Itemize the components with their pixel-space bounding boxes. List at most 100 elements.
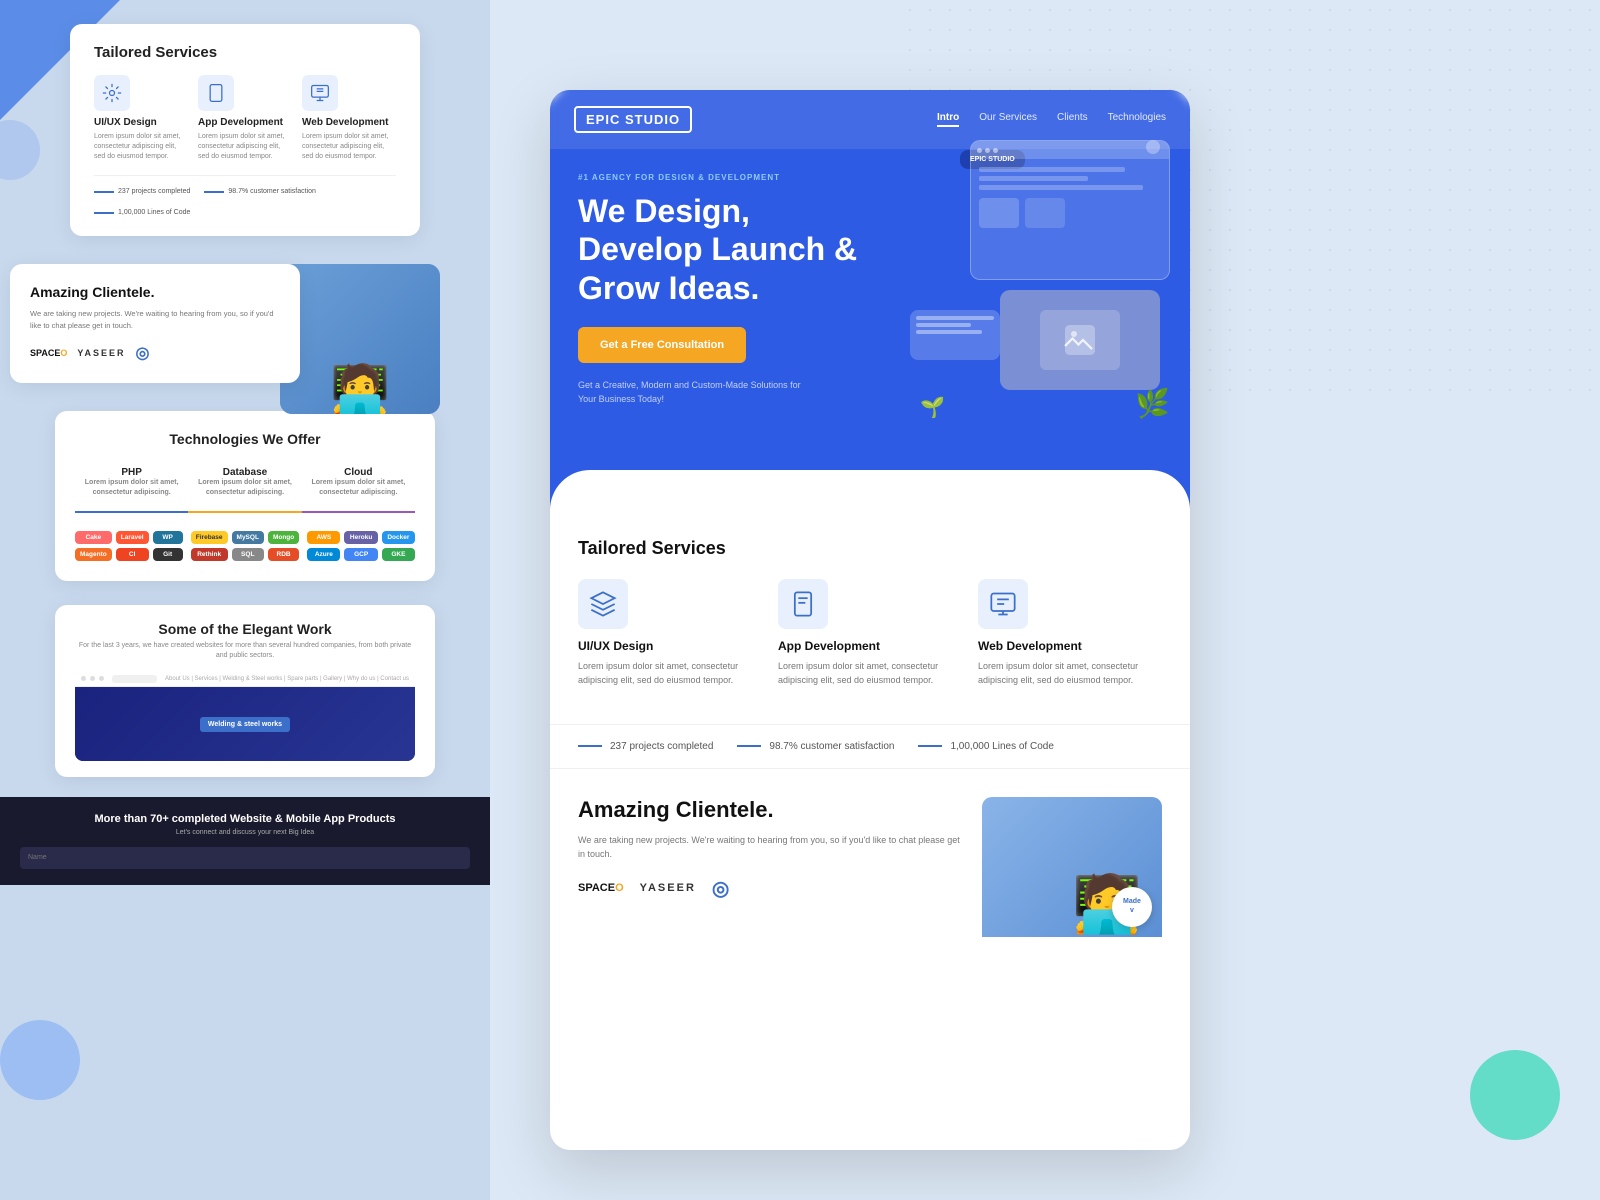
stat-label-projects: 237 projects completed <box>610 741 713 752</box>
hero-content: #1 AGENCY FOR DESIGN & DEVELOPMENT We De… <box>550 149 1190 430</box>
left-footer-title: More than 70+ completed Website & Mobile… <box>20 813 470 825</box>
clientele-left: Amazing Clientele. We are taking new pro… <box>578 797 982 937</box>
left-clientele-wrap: Amazing Clientele. We are taking new pro… <box>10 264 440 383</box>
stat-projects: 237 projects completed <box>94 188 190 195</box>
service-card-desc-uiux: Lorem ipsum dolor sit amet, consectetur … <box>578 659 762 688</box>
db-logo-rethink: Rethink <box>191 548 228 561</box>
s-dot-1 <box>81 676 86 681</box>
left-app-desc: Lorem ipsum dolor sit amet, consectetur … <box>198 132 292 161</box>
cloud-logo-docker: Docker <box>382 531 415 544</box>
client-box-spaceo: SPACEO <box>578 882 624 894</box>
service-card-name-web: Web Development <box>978 639 1162 653</box>
hero-title: We Design, Develop Launch & Grow Ideas. <box>578 192 1162 307</box>
client-box-circle: ◎ <box>712 876 729 901</box>
clientele-big-title: Amazing Clientele. <box>578 797 962 823</box>
tech-tab-cloud[interactable]: Cloud Lorem ipsum dolor sit amet, consec… <box>302 461 415 514</box>
tech-tab-db[interactable]: Database Lorem ipsum dolor sit amet, con… <box>188 461 301 514</box>
stat-label-satisfaction: 98.7% customer satisfaction <box>769 741 894 752</box>
clientele-photo: 🧑‍💻 Madev <box>982 797 1162 937</box>
left-footer: More than 70+ completed Website & Mobile… <box>0 797 490 885</box>
left-services-card: Tailored Services UI/UX Design Lorem ips… <box>70 24 420 236</box>
screenshot-url-bar <box>112 675 157 683</box>
nav-link-services[interactable]: Our Services <box>979 112 1037 127</box>
cloud-logo-extra: GKE <box>382 548 415 561</box>
php-logo-github: Git <box>153 548 183 561</box>
screenshot-nav-text: About Us | Services | Welding & Steel wo… <box>165 676 409 682</box>
left-panel: Tailored Services UI/UX Design Lorem ips… <box>0 0 490 1200</box>
stat-item-projects: 237 projects completed <box>578 741 713 752</box>
clientele-text: We are taking new projects. We're waitin… <box>578 833 962 862</box>
left-services-title: Tailored Services <box>94 44 396 61</box>
screenshot-inner: About Us | Services | Welding & Steel wo… <box>75 671 415 761</box>
stat-dash-3 <box>918 745 942 747</box>
service-card-icon-uiux <box>578 579 628 629</box>
left-portfolio-card: Some of the Elegant Work For the last 3 … <box>55 605 435 777</box>
left-tech-tabs: PHP Lorem ipsum dolor sit amet, consecte… <box>75 461 415 514</box>
stat-item-lines: 1,00,000 Lines of Code <box>918 741 1053 752</box>
nav-links: Intro Our Services Clients Technologies <box>937 112 1166 127</box>
db-logo-mongo: Mongo <box>268 531 299 544</box>
hero-badge: #1 AGENCY FOR DESIGN & DEVELOPMENT <box>578 173 1162 182</box>
stat-satisfaction: 98.7% customer satisfaction <box>204 188 316 195</box>
left-tech-card: Technologies We Offer PHP Lorem ipsum do… <box>55 411 435 582</box>
db-logo-extra: RDB <box>268 548 299 561</box>
screenshot-body: Welding & steel works <box>75 687 415 761</box>
client-circle: ◎ <box>136 343 150 363</box>
services-row: UI/UX Design Lorem ipsum dolor sit amet,… <box>578 579 1162 688</box>
hero-title-line2: Develop Launch & <box>578 231 857 267</box>
client-logos-row: SPACEO YASEER ◎ <box>578 876 962 901</box>
left-portfolio-title: Some of the Elegant Work <box>75 621 415 637</box>
client-box-yaseer: YASEER <box>640 882 696 894</box>
service-card-icon-app <box>778 579 828 629</box>
service-card-icon-web <box>978 579 1028 629</box>
left-services-grid: UI/UX Design Lorem ipsum dolor sit amet,… <box>94 75 396 161</box>
php-logo-ci: CI <box>116 548 149 561</box>
hero-wave <box>550 470 1190 510</box>
php-logo-wp: WP <box>153 531 183 544</box>
left-service-item-web: Web Development Lorem ipsum dolor sit am… <box>302 75 396 161</box>
php-logos-col: Cake Laravel WP Magento CI Git <box>75 527 183 561</box>
screenshot-label: Welding & steel works <box>200 717 290 732</box>
service-card-name-uiux: UI/UX Design <box>578 639 762 653</box>
cloud-logo-azure: Azure <box>307 548 340 561</box>
left-uiux-name: UI/UX Design <box>94 117 188 128</box>
stat-line-1 <box>94 191 114 193</box>
left-web-desc: Lorem ipsum dolor sit amet, consectetur … <box>302 132 396 161</box>
nav-link-clients[interactable]: Clients <box>1057 112 1088 127</box>
services-section: Tailored Services UI/UX Design Lorem ips… <box>550 510 1190 725</box>
hero-title-line3: Grow Ideas. <box>578 270 759 306</box>
cloud-logo-heroku: Heroku <box>344 531 377 544</box>
left-tech-title: Technologies We Offer <box>75 431 415 447</box>
php-logo-cakephp: Cake <box>75 531 112 544</box>
circle-bottom-left <box>0 1020 80 1100</box>
stats-section: 237 projects completed 98.7% customer sa… <box>550 725 1190 769</box>
s-dot-3 <box>99 676 104 681</box>
screenshot-bar: About Us | Services | Welding & Steel wo… <box>75 671 415 687</box>
service-card-desc-app: Lorem ipsum dolor sit amet, consectetur … <box>778 659 962 688</box>
left-footer-input[interactable] <box>20 847 470 869</box>
left-portfolio-desc: For the last 3 years, we have created we… <box>75 641 415 661</box>
hero-sub-text: Get a Creative, Modern and Custom-Made S… <box>578 379 818 406</box>
db-logos-col: Firebase MySQL Mongo Rethink SQL RDB <box>191 527 299 561</box>
db-logo-sql: SQL <box>232 548 264 561</box>
service-card-desc-web: Lorem ipsum dolor sit amet, consectetur … <box>978 659 1162 688</box>
nav-logo: EPIC STUDIO <box>574 106 692 133</box>
left-footer-desc: Let's connect and discuss your next Big … <box>20 829 470 836</box>
circle-bottom-right-decoration <box>1470 1050 1560 1140</box>
stat-item-satisfaction: 98.7% customer satisfaction <box>737 741 894 752</box>
left-service-item-uiux: UI/UX Design Lorem ipsum dolor sit amet,… <box>94 75 188 161</box>
left-clientele-desc: We are taking new projects. We're waitin… <box>30 308 280 331</box>
left-clientele-photo: 🧑‍💻 <box>280 264 440 414</box>
uiux-icon <box>94 75 130 111</box>
tech-tab-php[interactable]: PHP Lorem ipsum dolor sit amet, consecte… <box>75 461 188 514</box>
left-service-item-app: App Development Lorem ipsum dolor sit am… <box>198 75 292 161</box>
php-logo-laravel: Laravel <box>116 531 149 544</box>
stat-label-lines: 1,00,000 Lines of Code <box>950 741 1053 752</box>
left-clientele-title: Amazing Clientele. <box>30 284 280 300</box>
nav-link-intro[interactable]: Intro <box>937 112 959 127</box>
nav-link-tech[interactable]: Technologies <box>1108 112 1166 127</box>
hero-cta-button[interactable]: Get a Free Consultation <box>578 327 746 363</box>
hero-section: EPIC STUDIO Intro Our Services Clients T… <box>550 90 1190 510</box>
app-icon <box>198 75 234 111</box>
clientele-section: Amazing Clientele. We are taking new pro… <box>550 769 1190 937</box>
